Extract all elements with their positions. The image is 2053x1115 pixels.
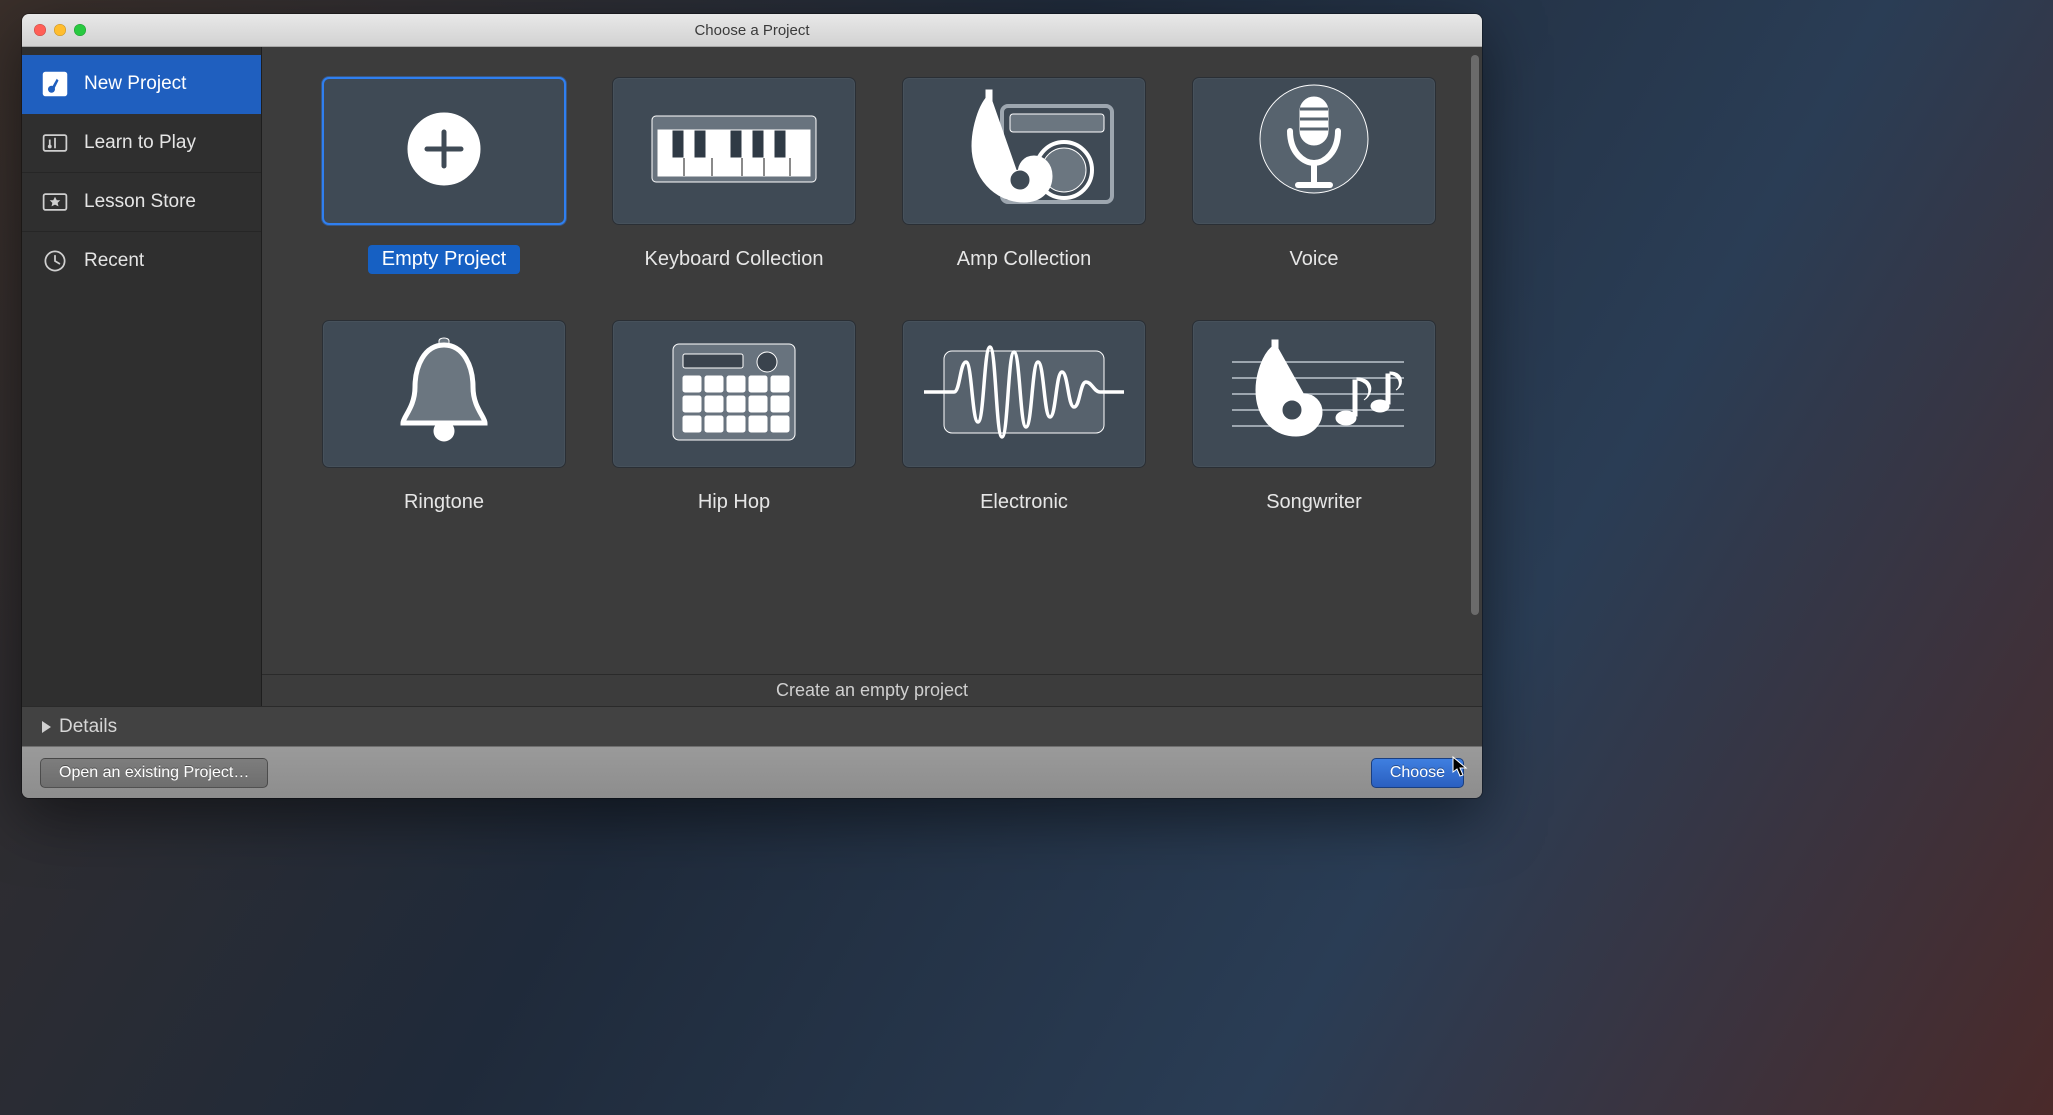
template-label: Voice [1276,245,1353,274]
sidebar-item-label: Recent [84,250,144,272]
templates-grid: Empty Project [322,77,1442,517]
project-chooser-window: Choose a Project New Project Learn to Pl… [22,14,1482,798]
scrollbar-thumb[interactable] [1471,55,1479,615]
template-electronic[interactable]: Electronic [902,320,1146,517]
sidebar-item-label: Learn to Play [84,132,196,154]
titlebar: Choose a Project [22,14,1482,47]
details-label: Details [59,716,117,738]
template-empty-project[interactable]: Empty Project [322,77,566,274]
template-tile [322,77,566,225]
sidebar: New Project Learn to Play Lesson Store R… [22,47,262,706]
button-label: Choose [1390,764,1445,782]
star-icon [40,187,70,217]
scrollbar[interactable] [1471,55,1479,698]
template-tile [1192,320,1436,468]
bell-icon [379,327,509,462]
templates-grid-container: Empty Project [262,47,1482,674]
details-disclosure-row[interactable]: Details [22,706,1482,746]
amp-icon [924,84,1124,219]
template-label: Ringtone [390,488,498,517]
drum-machine-icon [659,332,809,457]
template-label: Empty Project [368,245,520,274]
template-label: Songwriter [1252,488,1376,517]
sidebar-item-label: New Project [84,73,186,95]
template-tile [902,77,1146,225]
template-amp-collection[interactable]: Amp Collection [902,77,1146,274]
template-label: Hip Hop [684,488,784,517]
window-controls [22,24,86,36]
microphone-icon [1244,79,1384,224]
minimize-window-button[interactable] [54,24,66,36]
template-tile [612,77,856,225]
plus-icon [405,110,483,193]
template-songwriter[interactable]: Songwriter [1192,320,1436,517]
content-area: Empty Project [262,47,1482,706]
choose-button[interactable]: Choose [1371,758,1464,788]
disclosure-triangle-icon [42,721,51,733]
guitar-app-icon [40,69,70,99]
status-bar: Create an empty project [262,674,1482,706]
template-tile [322,320,566,468]
zoom-window-button[interactable] [74,24,86,36]
guitar-notes-icon [1214,332,1414,457]
sidebar-item-new-project[interactable]: New Project [22,55,261,114]
template-keyboard-collection[interactable]: Keyboard Collection [612,77,856,274]
template-tile [1192,77,1436,225]
template-hip-hop[interactable]: Hip Hop [612,320,856,517]
sidebar-item-learn-to-play[interactable]: Learn to Play [22,114,261,173]
clock-icon [40,246,70,276]
status-text: Create an empty project [776,680,968,701]
keyboard-icon [644,104,824,199]
footer: Open an existing Project… Choose [22,746,1482,798]
template-voice[interactable]: Voice [1192,77,1436,274]
window-title: Choose a Project [22,22,1482,39]
template-label: Keyboard Collection [631,245,838,274]
lesson-icon [40,128,70,158]
sidebar-item-label: Lesson Store [84,191,196,213]
template-label: Amp Collection [943,245,1106,274]
waveform-icon [914,337,1134,452]
template-tile [612,320,856,468]
close-window-button[interactable] [34,24,46,36]
button-label: Open an existing Project… [59,764,249,782]
template-ringtone[interactable]: Ringtone [322,320,566,517]
template-label: Electronic [966,488,1082,517]
open-existing-button[interactable]: Open an existing Project… [40,758,268,788]
template-tile [902,320,1146,468]
sidebar-item-lesson-store[interactable]: Lesson Store [22,173,261,232]
sidebar-item-recent[interactable]: Recent [22,232,261,290]
